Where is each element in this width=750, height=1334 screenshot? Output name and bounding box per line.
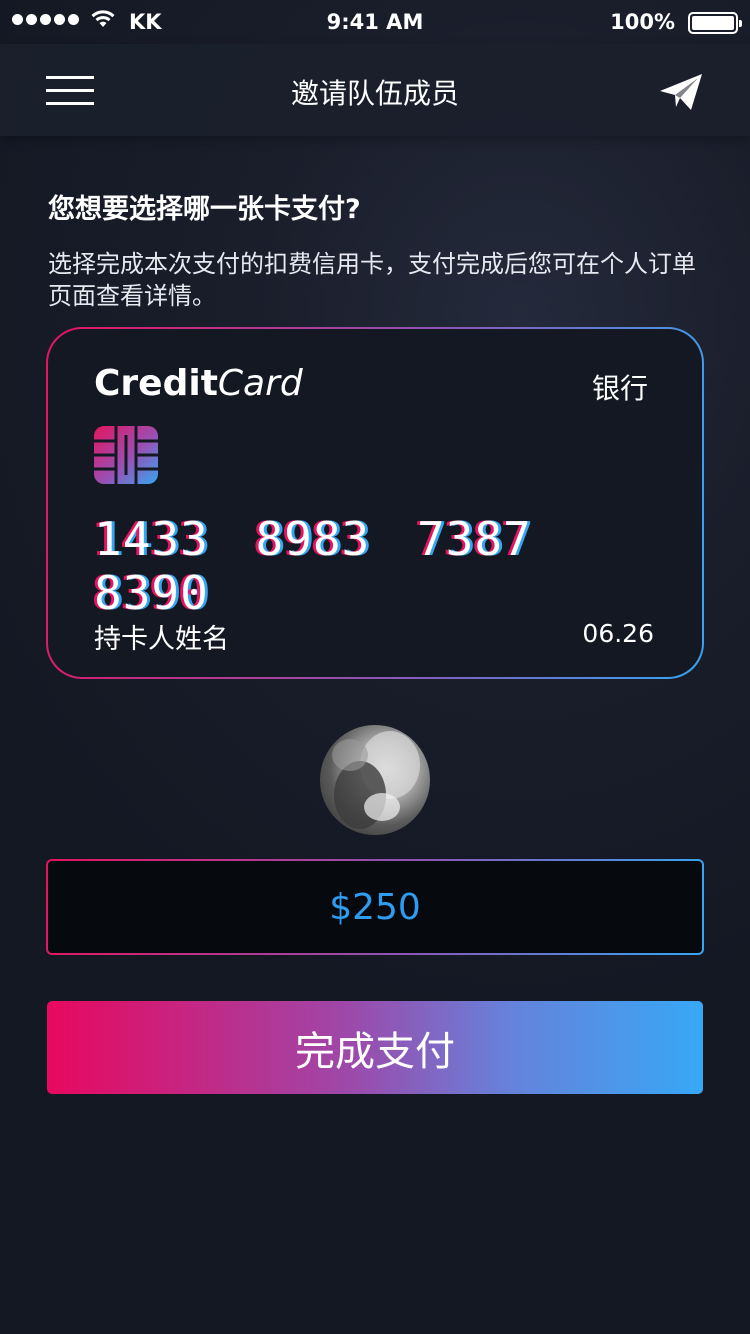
amount-field[interactable]: $250 <box>46 859 704 955</box>
card-select-question: 您想要选择哪一张卡支付? <box>48 194 361 225</box>
card-holder-name: 持卡人姓名 <box>94 624 229 655</box>
send-button[interactable] <box>660 74 702 110</box>
card-logo-light: Card <box>217 363 303 404</box>
card-number: 1433 8983 7387 8390 <box>94 512 532 620</box>
avatar[interactable] <box>320 725 430 835</box>
card-select-description: 选择完成本次支付的扣费信用卡，支付完成后您可在个人订单页面查看详情。 <box>48 250 696 310</box>
avatar-image <box>332 731 420 829</box>
bank-name: 银行 <box>591 372 648 405</box>
nav-bar: 邀请队伍成员 <box>0 44 750 136</box>
card-logo: CreditCard <box>94 363 303 404</box>
status-bar: KK 9:41 AM 100% <box>0 0 750 44</box>
page-title: 邀请队伍成员 <box>290 77 459 110</box>
card-expiry: 06.26 <box>582 619 654 648</box>
battery-icon <box>688 12 742 34</box>
card-chip-icon <box>94 426 158 484</box>
battery-percentage: 100% <box>610 10 675 34</box>
card-logo-bold: Credit <box>94 363 218 404</box>
complete-payment-button[interactable]: 完成支付 <box>47 1001 703 1094</box>
credit-card[interactable]: CreditCard 银行 1433 8983 7387 8390 持卡人姓名 … <box>46 327 704 679</box>
amount-value[interactable]: $250 <box>48 861 702 953</box>
